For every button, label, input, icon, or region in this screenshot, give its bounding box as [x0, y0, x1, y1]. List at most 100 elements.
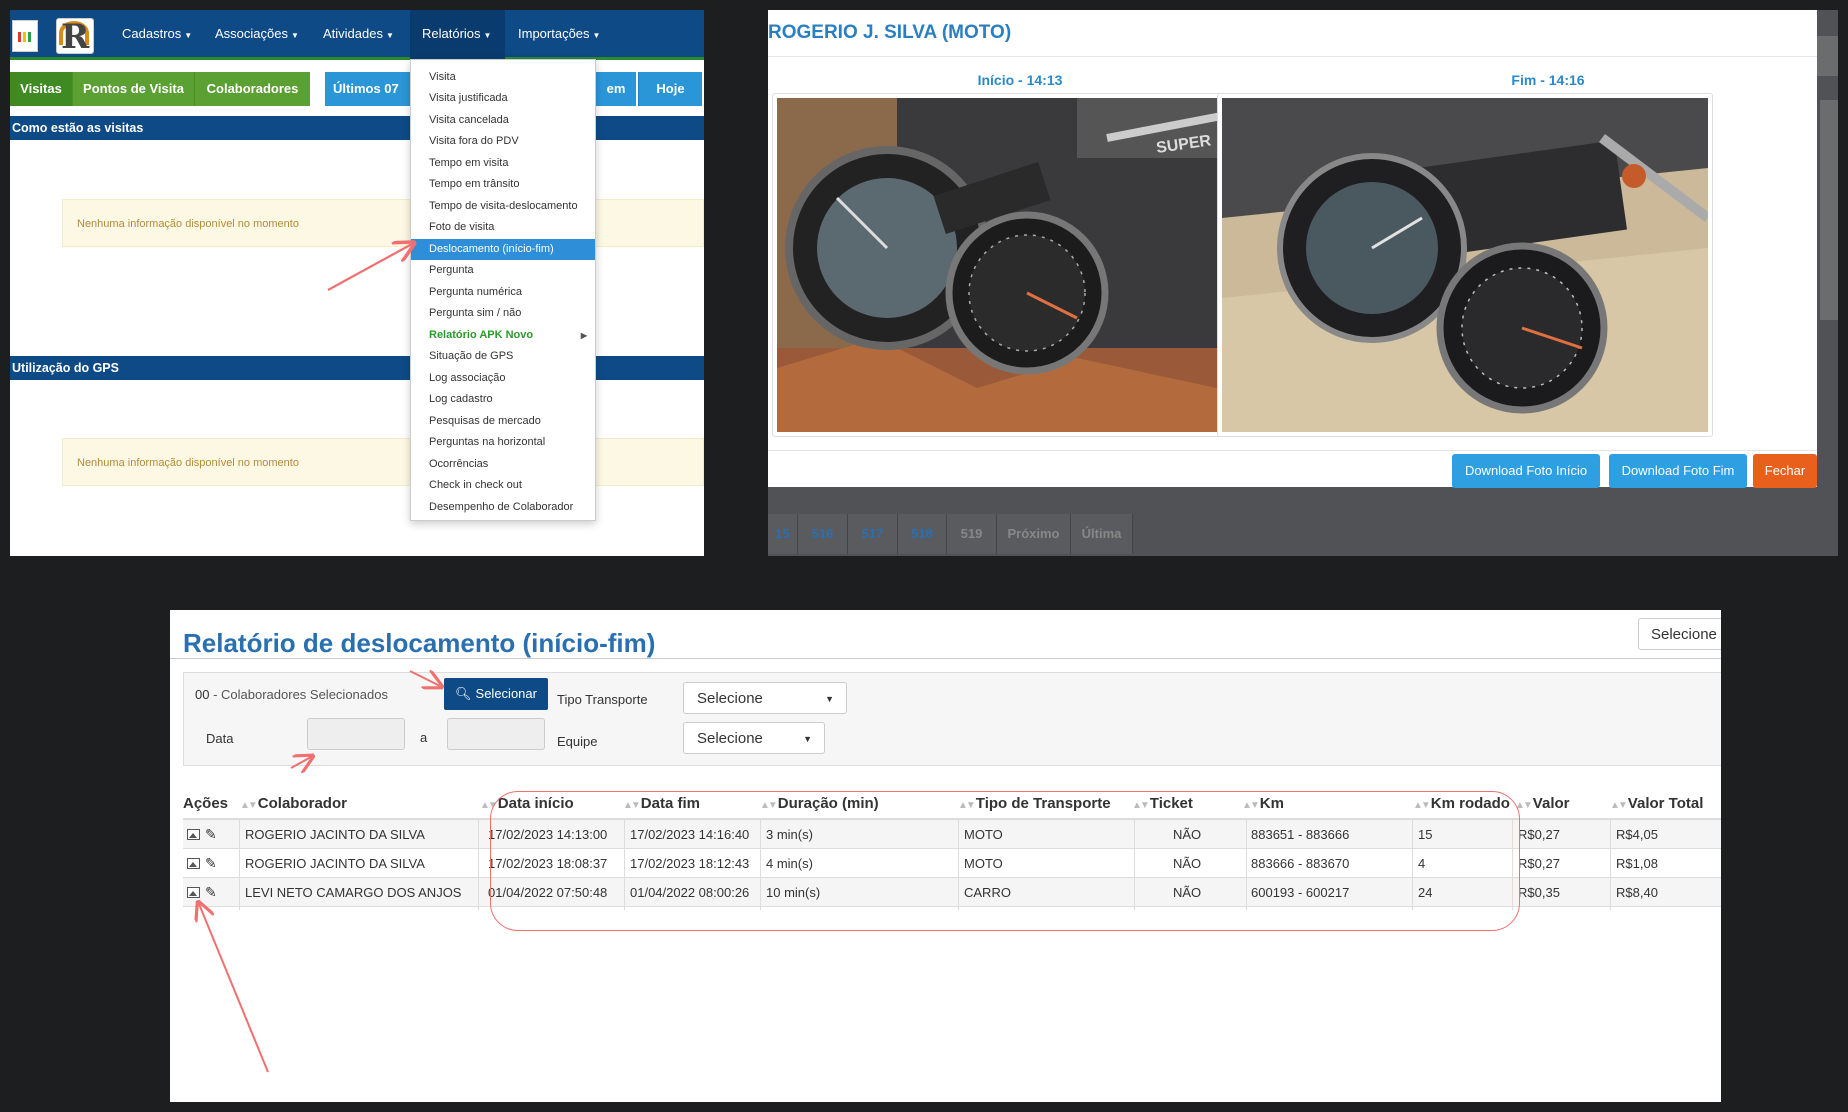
menu-item-tempo-em-transito[interactable]: Tempo em trânsito	[411, 174, 595, 195]
download-start-photo-button[interactable]: Download Foto Início	[1452, 454, 1600, 488]
divider	[170, 658, 1721, 659]
date-end-input[interactable]	[447, 718, 545, 750]
pencil-icon[interactable]: ✎	[205, 855, 217, 872]
dashboard-panel: R Cadastros ▼ Associações ▼ Atividades ▼ Re…	[10, 10, 704, 556]
nav-cadastros[interactable]: Cadastros ▼	[122, 10, 192, 60]
tab-visitas[interactable]: Visitas	[10, 72, 72, 106]
cell-valor: R$0,35	[1518, 885, 1560, 900]
menu-item-deslocamento[interactable]: Deslocamento (início-fim)	[411, 239, 595, 260]
page-link[interactable]: 15	[768, 514, 798, 554]
pencil-icon[interactable]: ✎	[205, 884, 217, 901]
col-header-acoes: Ações	[183, 795, 229, 812]
menu-item-pergunta[interactable]: Pergunta	[411, 260, 595, 281]
column-divider	[478, 820, 479, 910]
date-separator: a	[420, 730, 428, 745]
menu-item-pesquisas-mercado[interactable]: Pesquisas de mercado	[411, 411, 595, 432]
column-divider	[1610, 820, 1611, 910]
page-link[interactable]: 518	[898, 514, 947, 554]
photo-modal-panel: 15 516 517 518 519 Próximo Última ROGERI…	[768, 10, 1838, 556]
menu-item-pergunta-numerica[interactable]: Pergunta numérica	[411, 282, 595, 303]
menu-item-visita-cancelada[interactable]: Visita cancelada	[411, 110, 595, 131]
photo-start-frame: SUPER	[772, 93, 1268, 437]
close-modal-button[interactable]: Fechar	[1753, 454, 1817, 488]
divider	[768, 56, 1817, 57]
photo-end-image[interactable]	[1222, 98, 1708, 432]
menu-item-tempo-em-visita[interactable]: Tempo em visita	[411, 153, 595, 174]
chevron-down-icon: ▼	[825, 694, 834, 704]
divider	[768, 450, 1817, 451]
next-page-link[interactable]: Próximo	[997, 514, 1071, 554]
gps-empty-message: Nenhuma informação disponível no momento	[62, 438, 704, 486]
last-page-link[interactable]: Última	[1071, 514, 1133, 554]
date-label: Data	[206, 731, 234, 746]
nav-atividades[interactable]: Atividades ▼	[323, 10, 394, 60]
filter-box	[183, 672, 1721, 766]
team-label: Equipe	[557, 734, 598, 749]
page-link[interactable]: 519	[947, 514, 997, 554]
menu-item-tempo-visita-deslocamento[interactable]: Tempo de visita-deslocamento	[411, 196, 595, 217]
nav-importacoes[interactable]: Importações ▼	[518, 10, 600, 60]
menu-item-ocorrencias[interactable]: Ocorrências	[411, 454, 595, 475]
brand-logo[interactable]: R	[56, 17, 94, 57]
top-navbar: R Cadastros ▼ Associações ▼ Atividades ▼ Re…	[10, 10, 704, 60]
nav-relatorios[interactable]: Relatórios ▼	[410, 10, 505, 60]
page-link[interactable]: 517	[848, 514, 898, 554]
menu-item-foto-de-visita[interactable]: Foto de visita	[411, 217, 595, 238]
menu-item-relatorio-apk-novo[interactable]: Relatório APK Novo ▶	[411, 325, 595, 346]
col-header-valor[interactable]: ▲▼ Valor	[1515, 795, 1569, 812]
image-icon[interactable]	[187, 829, 200, 840]
top-right-select[interactable]: Selecione	[1638, 618, 1721, 650]
cell-valor-total: R$4,05	[1616, 827, 1658, 842]
menu-item-visita[interactable]: Visita	[411, 67, 595, 88]
image-icon[interactable]	[187, 858, 200, 869]
cell-valor: R$0,27	[1518, 856, 1560, 871]
photo-start-image[interactable]: SUPER	[777, 98, 1263, 432]
menu-item-check-in-check-out[interactable]: Check in check out	[411, 475, 595, 496]
pencil-icon[interactable]: ✎	[205, 826, 217, 843]
photo-end-frame	[1217, 93, 1713, 437]
cell-colaborador: LEVI NETO CAMARGO DOS ANJOS	[245, 885, 462, 900]
modal-title: ROGERIO J. SILVA (MOTO)	[768, 22, 1012, 43]
select-collaborators-button[interactable]: 🔍︎ Selecionar	[444, 678, 548, 710]
menu-item-situacao-gps[interactable]: Situação de GPS	[411, 346, 595, 367]
menu-item-visita-fora-pdv[interactable]: Visita fora do PDV	[411, 131, 595, 152]
transport-select[interactable]: Selecione ▼	[683, 682, 847, 714]
menu-item-log-cadastro[interactable]: Log cadastro	[411, 389, 595, 410]
menu-item-desempenho-colaborador[interactable]: Desempenho de Colaborador	[411, 497, 595, 518]
download-end-photo-button[interactable]: Download Foto Fim	[1609, 454, 1747, 488]
period-last-7-days-button[interactable]: Últimos 07 di	[325, 72, 413, 130]
cell-colaborador: ROGERIO JACINTO DA SILVA	[245, 856, 425, 871]
period-ontem-button[interactable]: em	[596, 72, 636, 106]
team-select[interactable]: Selecione ▼	[683, 722, 825, 754]
search-icon: 🔍︎	[455, 686, 472, 701]
nav-associacoes[interactable]: Associações ▼	[215, 10, 299, 60]
background-page-fragment	[1820, 100, 1838, 320]
transport-label: Tipo Transporte	[557, 692, 648, 707]
photo-end-label: Fim - 14:16	[1511, 72, 1585, 88]
tab-pontos-de-visita[interactable]: Pontos de Visita	[72, 72, 194, 106]
cell-colaborador: ROGERIO JACINTO DA SILVA	[245, 827, 425, 842]
col-header-valor-total[interactable]: ▲▼ Valor Total	[1610, 795, 1703, 812]
photo-start-label: Início - 14:13	[977, 72, 1063, 88]
visitas-empty-message: Nenhuma informação disponível no momento	[62, 199, 704, 247]
page-link[interactable]: 516	[798, 514, 848, 554]
image-icon[interactable]	[187, 887, 200, 898]
app-logo-small[interactable]	[12, 20, 38, 52]
section-visitas-title: Como estão as visitas	[10, 116, 704, 140]
date-start-input[interactable]	[307, 718, 405, 750]
tab-colaboradores[interactable]: Colaboradores	[194, 72, 310, 106]
page-title: Relatório de deslocamento (início-fim)	[183, 628, 656, 658]
selected-collaborators-count: 00 - Colaboradores Selecionados	[195, 687, 388, 702]
menu-item-perguntas-horizontal[interactable]: Perguntas na horizontal	[411, 432, 595, 453]
menu-item-log-associacao[interactable]: Log associação	[411, 368, 595, 389]
column-divider	[239, 820, 240, 910]
col-header-colaborador[interactable]: ▲▼ Colaborador	[240, 795, 347, 812]
cell-valor-total: R$8,40	[1616, 885, 1658, 900]
relatorios-dropdown-menu: Visita Visita justificada Visita cancela…	[410, 59, 596, 521]
photo-modal: ROGERIO J. SILVA (MOTO) Início - 14:13 F…	[768, 10, 1817, 488]
period-hoje-button[interactable]: Hoje	[638, 72, 702, 106]
cell-valor: R$0,27	[1518, 827, 1560, 842]
menu-item-visita-justificada[interactable]: Visita justificada	[411, 88, 595, 109]
menu-item-pergunta-sim-nao[interactable]: Pergunta sim / não	[411, 303, 595, 324]
section-gps-title: Utilização do GPS	[10, 356, 704, 380]
